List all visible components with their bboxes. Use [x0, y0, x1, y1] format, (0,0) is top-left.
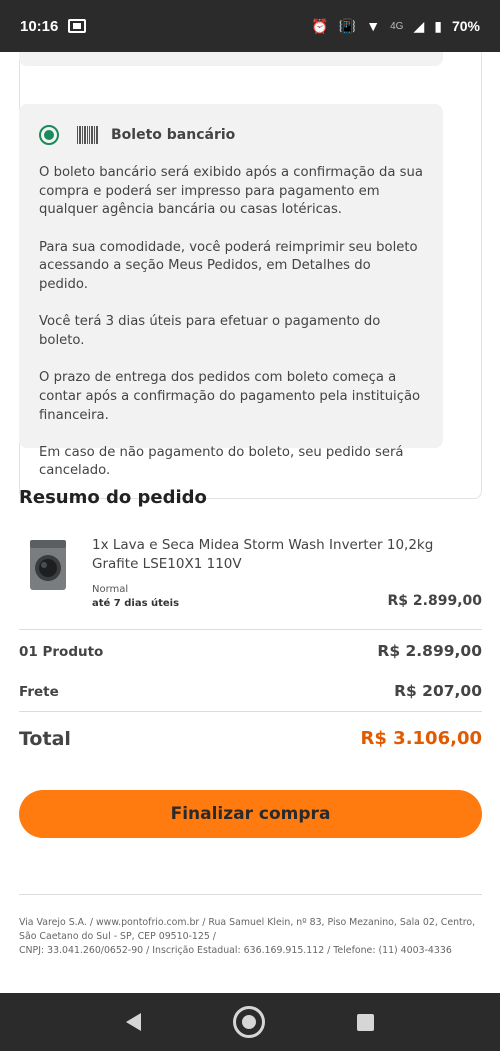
shipping-time: até 7 dias úteis — [92, 598, 180, 609]
products-subtotal: R$ 2.899,00 — [377, 642, 482, 660]
status-time: 10:16 — [20, 17, 59, 35]
freight-value: R$ 207,00 — [394, 682, 482, 700]
system-nav-bar — [0, 993, 500, 1051]
company-footer: Via Varejo S.A. / www.pontofrio.com.br /… — [19, 916, 482, 958]
previous-payment-option[interactable] — [19, 52, 443, 66]
finalize-purchase-button[interactable]: Finalizar compra — [19, 790, 482, 838]
order-summary-title: Resumo do pedido — [19, 487, 207, 508]
footer-line: CNPJ: 33.041.260/0652-90 / Inscrição Est… — [19, 945, 452, 956]
footer-line: Via Varejo S.A. / www.pontofrio.com.br /… — [19, 917, 476, 942]
vibrate-icon: 📳 — [338, 17, 357, 34]
boleto-radio[interactable] — [39, 125, 59, 145]
battery-percent: 70% — [451, 18, 480, 34]
divider — [19, 711, 482, 712]
barcode-icon — [77, 126, 99, 144]
checkout-content[interactable]: Boleto bancário O boleto bancário será e… — [0, 52, 500, 993]
total-label: Total — [19, 728, 71, 750]
total-value: R$ 3.106,00 — [360, 728, 482, 749]
network-label: 4G — [390, 20, 404, 32]
battery-icon: ▮ — [434, 17, 442, 34]
boleto-paragraph: O boleto bancário será exibido após a co… — [39, 165, 423, 218]
boleto-label: Boleto bancário — [111, 127, 236, 143]
shipping-type: Normal — [92, 584, 129, 595]
status-icons: ⏰ 📳 ▼ 4G ◢ ▮ 70% — [311, 18, 480, 35]
home-icon[interactable] — [233, 1006, 265, 1038]
boleto-payment-option[interactable]: Boleto bancário O boleto bancário será e… — [19, 104, 443, 478]
wifi-icon: ▼ — [366, 18, 381, 34]
boleto-paragraph: Você terá 3 dias úteis para efetuar o pa… — [39, 314, 381, 348]
products-count-label: 01 Produto — [19, 644, 104, 660]
product-image[interactable] — [28, 538, 68, 592]
boleto-description: O boleto bancário será exibido após a co… — [39, 164, 423, 481]
status-bar: 10:16 ⏰ 📳 ▼ 4G ◢ ▮ 70% — [0, 0, 500, 52]
boleto-paragraph: Para sua comodidade, você poderá reimpri… — [39, 239, 418, 293]
divider — [19, 894, 482, 895]
signal-icon: ◢ — [413, 17, 425, 34]
boleto-header[interactable]: Boleto bancário — [39, 124, 423, 146]
boleto-paragraph: O prazo de entrega dos pedidos com bolet… — [39, 370, 421, 423]
home-dot — [242, 1015, 256, 1029]
divider — [19, 629, 482, 630]
recent-apps-icon[interactable] — [357, 1013, 374, 1031]
alarm-icon: ⏰ — [311, 17, 329, 34]
product-price: R$ 2.899,00 — [387, 593, 482, 609]
freight-label: Frete — [19, 684, 59, 700]
boleto-paragraph: Em caso de não pagamento do boleto, seu … — [39, 444, 404, 479]
radio-selected-dot — [44, 130, 54, 140]
back-icon[interactable] — [126, 1013, 141, 1031]
outlook-icon — [68, 19, 87, 33]
product-name[interactable]: 1x Lava e Seca Midea Storm Wash Inverter… — [92, 536, 472, 574]
